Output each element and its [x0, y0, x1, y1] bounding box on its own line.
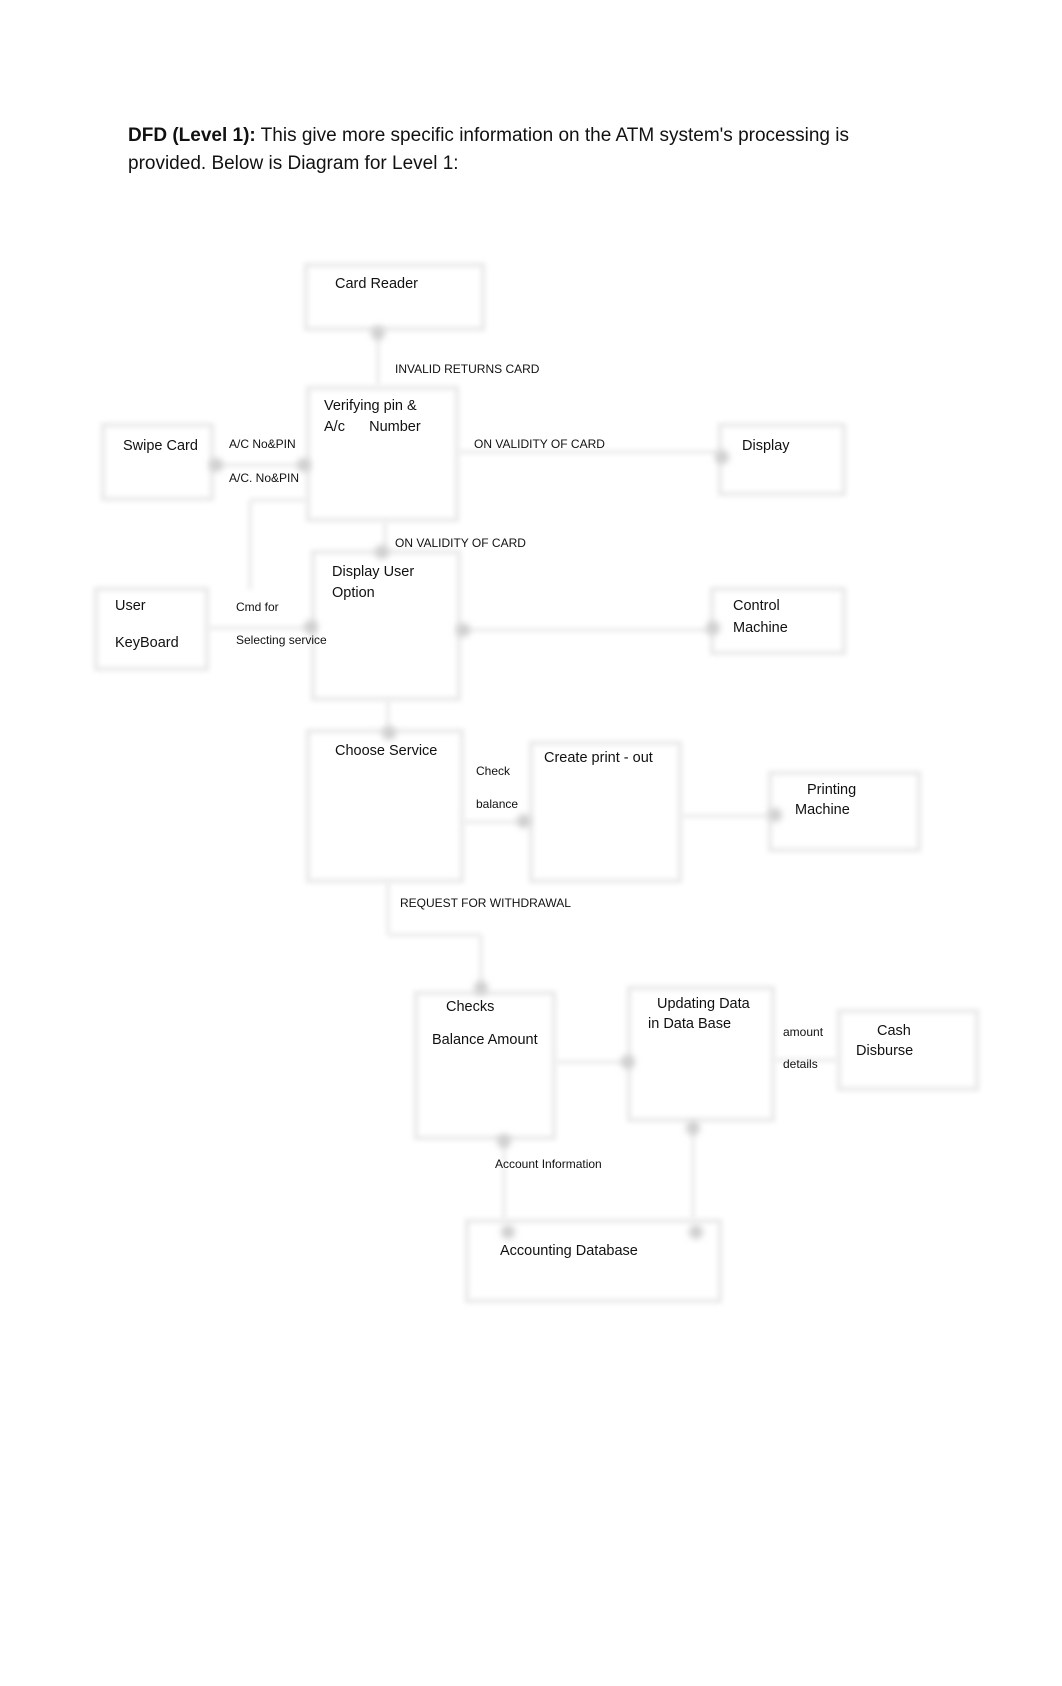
flow-label-validity-display: ON VALIDITY OF CARD [474, 437, 605, 451]
process-box-display [717, 422, 847, 497]
node-label-control-machine: Machine [733, 620, 788, 636]
arrow-head-icon [474, 981, 488, 995]
node-label-cash-disburse: Disburse [856, 1043, 914, 1059]
node-label-printing-machine: Machine [795, 802, 850, 818]
flow-label-check-balance: Check [476, 764, 511, 778]
node-label-user-keyboard: KeyBoard [115, 635, 179, 651]
process-box-swipe-card [100, 422, 215, 502]
flow-label-cmd-selecting: Cmd for [236, 600, 279, 614]
node-label-display: Display [742, 438, 790, 454]
node-label-checks-balance: Checks [446, 999, 495, 1015]
arrow-head-icon [686, 1121, 700, 1135]
node-label-verifying-pin: Verifying pin & [324, 398, 417, 414]
dfd-diagram [93, 262, 980, 1304]
arrow-head-icon [382, 726, 396, 740]
node-label-choose-service: Choose Service [335, 743, 438, 759]
node-label-printing-machine: Printing [807, 782, 857, 798]
flow-label-amount-details: amount [783, 1025, 824, 1039]
node-label-user-keyboard: User [115, 598, 146, 614]
node-label-updating-data: in Data Base [648, 1016, 732, 1032]
flow-label-ac-no-pin: A/C No&PIN [229, 437, 296, 451]
arrow-head-icon [689, 1225, 703, 1239]
arrow-head-icon [768, 808, 782, 822]
node-label-accounting-database: Accounting Database [500, 1243, 638, 1259]
arrow-head-icon [706, 621, 720, 635]
flow-label-check-balance: balance [476, 797, 519, 811]
flow-label-account-information: Account Information [495, 1157, 602, 1171]
flow-label-cmd-selecting: Selecting service [236, 633, 327, 647]
arrow-head-icon [715, 450, 729, 464]
arrow-head-icon [304, 620, 318, 634]
arrow-head-icon [456, 623, 470, 637]
node-label-checks-balance: Balance Amount [432, 1032, 538, 1048]
node-label-create-printout: Create print - out [544, 750, 653, 766]
process-box-card-reader [303, 262, 486, 332]
node-label-verifying-pin: A/c Number [324, 419, 421, 435]
arrow-head-icon [209, 458, 223, 472]
arrow-head-icon [501, 1225, 515, 1239]
node-label-display-user-option: Display User [332, 564, 415, 580]
arrow-head-icon [375, 545, 389, 559]
node-label-cash-disburse: Cash [877, 1023, 911, 1039]
flow-label-amount-details: details [783, 1057, 818, 1071]
flow-label-validity-option: ON VALIDITY OF CARD [395, 536, 526, 550]
arrow-head-icon [621, 1055, 635, 1069]
arrow-head-icon [497, 1134, 511, 1148]
node-label-display-user-option: Option [332, 585, 375, 601]
node-label-card-reader: Card Reader [335, 276, 419, 292]
flow-label-ac-no-pin: A/C. No&PIN [229, 471, 300, 485]
flow-label-request-withdrawal: REQUEST FOR WITHDRAWAL [400, 896, 571, 910]
arrow-head-icon [297, 458, 311, 472]
node-label-swipe-card: Swipe Card [123, 438, 198, 454]
flow-label-invalid-returns-card: INVALID RETURNS CARD [395, 362, 540, 376]
arrow-head-icon [517, 814, 531, 828]
node-label-control-machine: Control [733, 598, 780, 614]
process-box-user-keyboard [93, 586, 210, 672]
node-label-updating-data: Updating Data [657, 996, 750, 1012]
arrow-head-icon [371, 326, 385, 340]
